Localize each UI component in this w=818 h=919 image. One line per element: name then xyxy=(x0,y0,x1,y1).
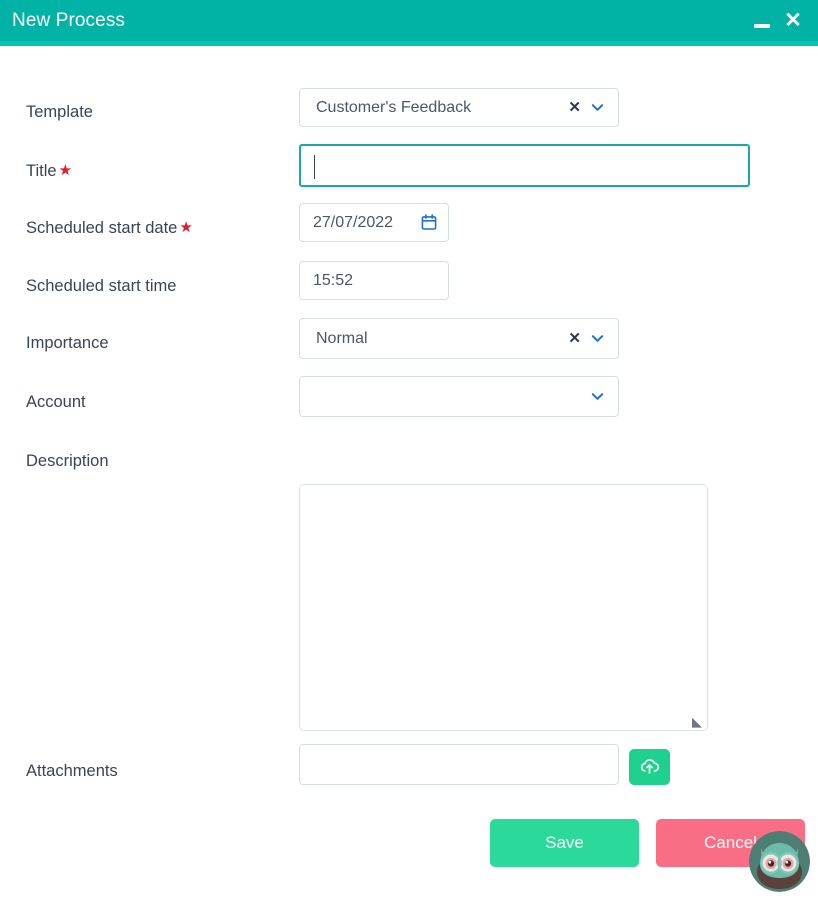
title-input[interactable] xyxy=(299,144,750,187)
label-scheduled-start-time: Scheduled start time xyxy=(26,277,177,295)
label-account: Account xyxy=(26,393,86,411)
minimize-icon[interactable] xyxy=(750,9,774,33)
cloud-upload-icon xyxy=(639,755,660,779)
label-description: Description xyxy=(26,452,109,470)
upload-button[interactable] xyxy=(629,749,670,785)
close-icon[interactable]: ✕ xyxy=(782,9,804,33)
template-select[interactable]: Customer's Feedback ✕ xyxy=(299,88,619,127)
scheduled-start-time-input[interactable]: 15:52 xyxy=(299,261,449,300)
new-process-form: Template Customer's Feedback ✕ Title ★ Sc… xyxy=(0,46,818,919)
window-title: New Process xyxy=(12,10,126,31)
scheduled-start-date-value: 27/07/2022 xyxy=(313,213,394,231)
importance-select[interactable]: Normal ✕ xyxy=(299,318,619,359)
chevron-down-icon[interactable] xyxy=(587,331,618,346)
resize-handle[interactable]: ◢ xyxy=(690,714,704,729)
description-textarea[interactable]: ◢ xyxy=(299,484,708,731)
account-select[interactable] xyxy=(299,376,619,417)
label-scheduled-start-date: Scheduled start date ★ xyxy=(26,219,193,237)
window-title-bar: New Process ✕ xyxy=(0,0,818,41)
save-button[interactable]: Save xyxy=(490,819,639,867)
importance-clear-icon[interactable]: ✕ xyxy=(562,331,587,346)
label-attachments: Attachments xyxy=(26,762,118,780)
chevron-down-icon[interactable] xyxy=(587,389,618,404)
required-marker: ★ xyxy=(179,219,193,236)
template-select-value: Customer's Feedback xyxy=(316,98,472,116)
template-clear-icon[interactable]: ✕ xyxy=(562,100,587,115)
scheduled-start-time-value: 15:52 xyxy=(313,271,354,289)
importance-select-value: Normal xyxy=(316,329,368,347)
label-title: Title ★ xyxy=(26,162,73,180)
owl-avatar[interactable] xyxy=(749,831,810,892)
scheduled-start-date-input[interactable]: 27/07/2022 xyxy=(299,203,449,242)
text-caret xyxy=(314,155,315,179)
label-importance: Importance xyxy=(26,334,109,352)
required-marker: ★ xyxy=(58,162,73,179)
label-template: Template xyxy=(26,103,93,121)
attachments-input[interactable] xyxy=(299,744,619,785)
calendar-icon[interactable] xyxy=(421,214,448,231)
chevron-down-icon[interactable] xyxy=(587,100,618,115)
